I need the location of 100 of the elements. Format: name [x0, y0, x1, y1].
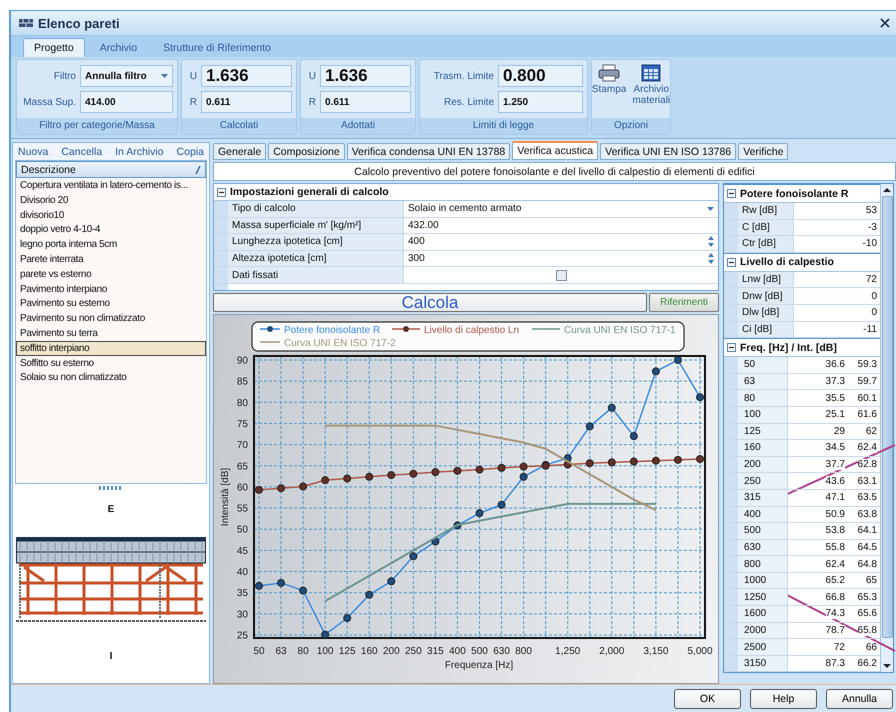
property-label: Dati fissati: [228, 267, 404, 283]
list-item[interactable]: Solaio su non climatizzato: [16, 370, 206, 386]
group-caption: Opzioni: [592, 118, 670, 134]
list-item[interactable]: Divisorio 20: [16, 192, 206, 208]
tab[interactable]: Verifica condensa UNI EN 13788: [346, 143, 510, 160]
collapse-icon[interactable]: [727, 258, 736, 267]
value-field[interactable]: 0.611: [320, 91, 411, 113]
dialog-button[interactable]: Help: [750, 688, 817, 708]
toolbar-link[interactable]: Nuova: [18, 146, 48, 158]
printer-icon: [598, 64, 620, 82]
ribbon-button[interactable]: Archivio materiali: [632, 64, 670, 114]
data-point: [476, 466, 484, 474]
calculate-button[interactable]: Calcola: [213, 293, 647, 312]
close-icon[interactable]: [880, 18, 890, 28]
section-title: Potere fonoisolante R: [740, 188, 849, 200]
value-field[interactable]: 1.636: [320, 65, 411, 87]
spinner-icon[interactable]: [708, 236, 714, 248]
list-item[interactable]: soffitto interpiano: [16, 340, 206, 356]
side-label: I: [110, 651, 112, 662]
axis-tick-label: 40: [236, 567, 248, 578]
grid-window-icon: [641, 64, 662, 82]
value-field[interactable]: 1.636: [201, 65, 292, 87]
list-item[interactable]: Soffitto su esterno: [16, 356, 206, 370]
data-point: [652, 456, 660, 465]
tab[interactable]: Verifica acustica: [512, 141, 598, 160]
table-cell: 630: [738, 540, 788, 556]
collapse-icon[interactable]: [727, 343, 736, 352]
spinner-icon[interactable]: [708, 253, 714, 264]
property-label: C [dB]: [738, 220, 794, 236]
tab[interactable]: Generale: [213, 143, 266, 160]
ribbon-tab[interactable]: Strutture di Riferimento: [152, 38, 282, 57]
axis-tick-label: 50: [253, 646, 265, 657]
data-point: [255, 486, 263, 494]
ribbon-tab[interactable]: Archivio: [88, 38, 148, 57]
value-field[interactable]: 0.611: [201, 91, 292, 113]
data-point: [343, 474, 352, 482]
table-cell: 2500: [738, 639, 788, 655]
table-cell: 2000: [738, 622, 788, 638]
axis-tick-label: 200: [382, 646, 400, 657]
filter-dropdown[interactable]: Annulla filtro: [80, 65, 173, 87]
table-cell: 500: [738, 523, 788, 539]
axis-tick-label: 35: [236, 588, 248, 600]
axis-tick-label: 100: [316, 646, 334, 657]
field-label: U: [308, 70, 316, 82]
axis-tick-label: 50: [236, 524, 248, 536]
group-caption: Filtro per categorie/Massa: [17, 118, 177, 134]
axis-tick-label: 800: [515, 646, 532, 657]
toolbar-link[interactable]: Cancella: [61, 146, 102, 158]
dialog-button[interactable]: Annulla: [826, 688, 893, 708]
property-label: Massa superficiale m' [kg/m²]: [228, 218, 404, 234]
checkbox[interactable]: [556, 270, 566, 281]
toolbar-link[interactable]: In Archivio: [115, 146, 164, 158]
list-item[interactable]: Pavimento interpiano: [16, 282, 206, 296]
list-item[interactable]: legno porta interna 5cm: [16, 237, 206, 252]
value-field[interactable]: 0.800: [498, 65, 583, 87]
property-label: Tipo di calcolo: [228, 201, 404, 217]
table-cell: 1250: [738, 589, 788, 606]
ribbon-tab[interactable]: Progetto: [23, 38, 85, 57]
ribbon-button[interactable]: Stampa: [592, 64, 626, 114]
toolbar-link[interactable]: Copia: [176, 146, 204, 158]
field-label: U: [188, 70, 197, 82]
data-point: [674, 356, 682, 364]
tab[interactable]: Verifiche: [738, 143, 788, 160]
axis-tick-label: 65: [236, 461, 248, 472]
scrollbar[interactable]: [880, 184, 893, 672]
value-field[interactable]: 414.00: [80, 91, 173, 113]
collapse-icon[interactable]: [727, 189, 736, 198]
collapse-icon[interactable]: [217, 188, 226, 196]
axis-tick-label: 3,150: [643, 646, 668, 657]
property-label: Dnw [dB]: [738, 288, 794, 304]
references-button[interactable]: Riferimenti: [649, 293, 719, 312]
table-cell-text: 65.8: [856, 624, 878, 638]
axis-tick-label: 75: [236, 418, 248, 430]
splitter-handle[interactable]: [99, 486, 123, 490]
axis-title: Frequenza [Hz]: [444, 660, 514, 671]
list-item[interactable]: Pavimento su esterno: [16, 296, 206, 312]
legend-key-icon: [260, 326, 280, 332]
column-header[interactable]: Descrizione: [16, 161, 206, 178]
list-item[interactable]: Copertura ventilata in latero-cemento is...: [16, 178, 206, 193]
table-cell: 100: [738, 406, 788, 423]
list-item[interactable]: divisorio10: [16, 208, 206, 222]
axis-tick-label: 160: [360, 646, 378, 657]
tab[interactable]: Verifica UNI EN ISO 13786: [600, 143, 736, 160]
list-item[interactable]: parete vs esterno: [16, 266, 206, 282]
data-point: [498, 464, 506, 472]
tab[interactable]: Composizione: [268, 143, 345, 160]
data-point: [453, 521, 462, 530]
table-cell-text: 74.3: [824, 607, 846, 622]
list-item[interactable]: Pavimento su non climatizzato: [16, 311, 206, 326]
legend-label: Curva UNI EN ISO 717-1: [564, 325, 676, 336]
list-item[interactable]: Pavimento su terra: [16, 326, 206, 341]
axis-tick-label: 55: [236, 504, 248, 515]
data-point: [586, 422, 594, 430]
value-field[interactable]: 1.250: [498, 91, 583, 113]
table-cell-text: 37.7: [824, 458, 846, 472]
section-title: Livello di calpestio: [740, 256, 834, 268]
list-item[interactable]: doppio vetro 4-10-4: [16, 222, 206, 238]
list-item[interactable]: Parete interrata: [16, 252, 206, 267]
field-label: R: [188, 96, 197, 108]
dialog-button[interactable]: OK: [674, 688, 741, 708]
